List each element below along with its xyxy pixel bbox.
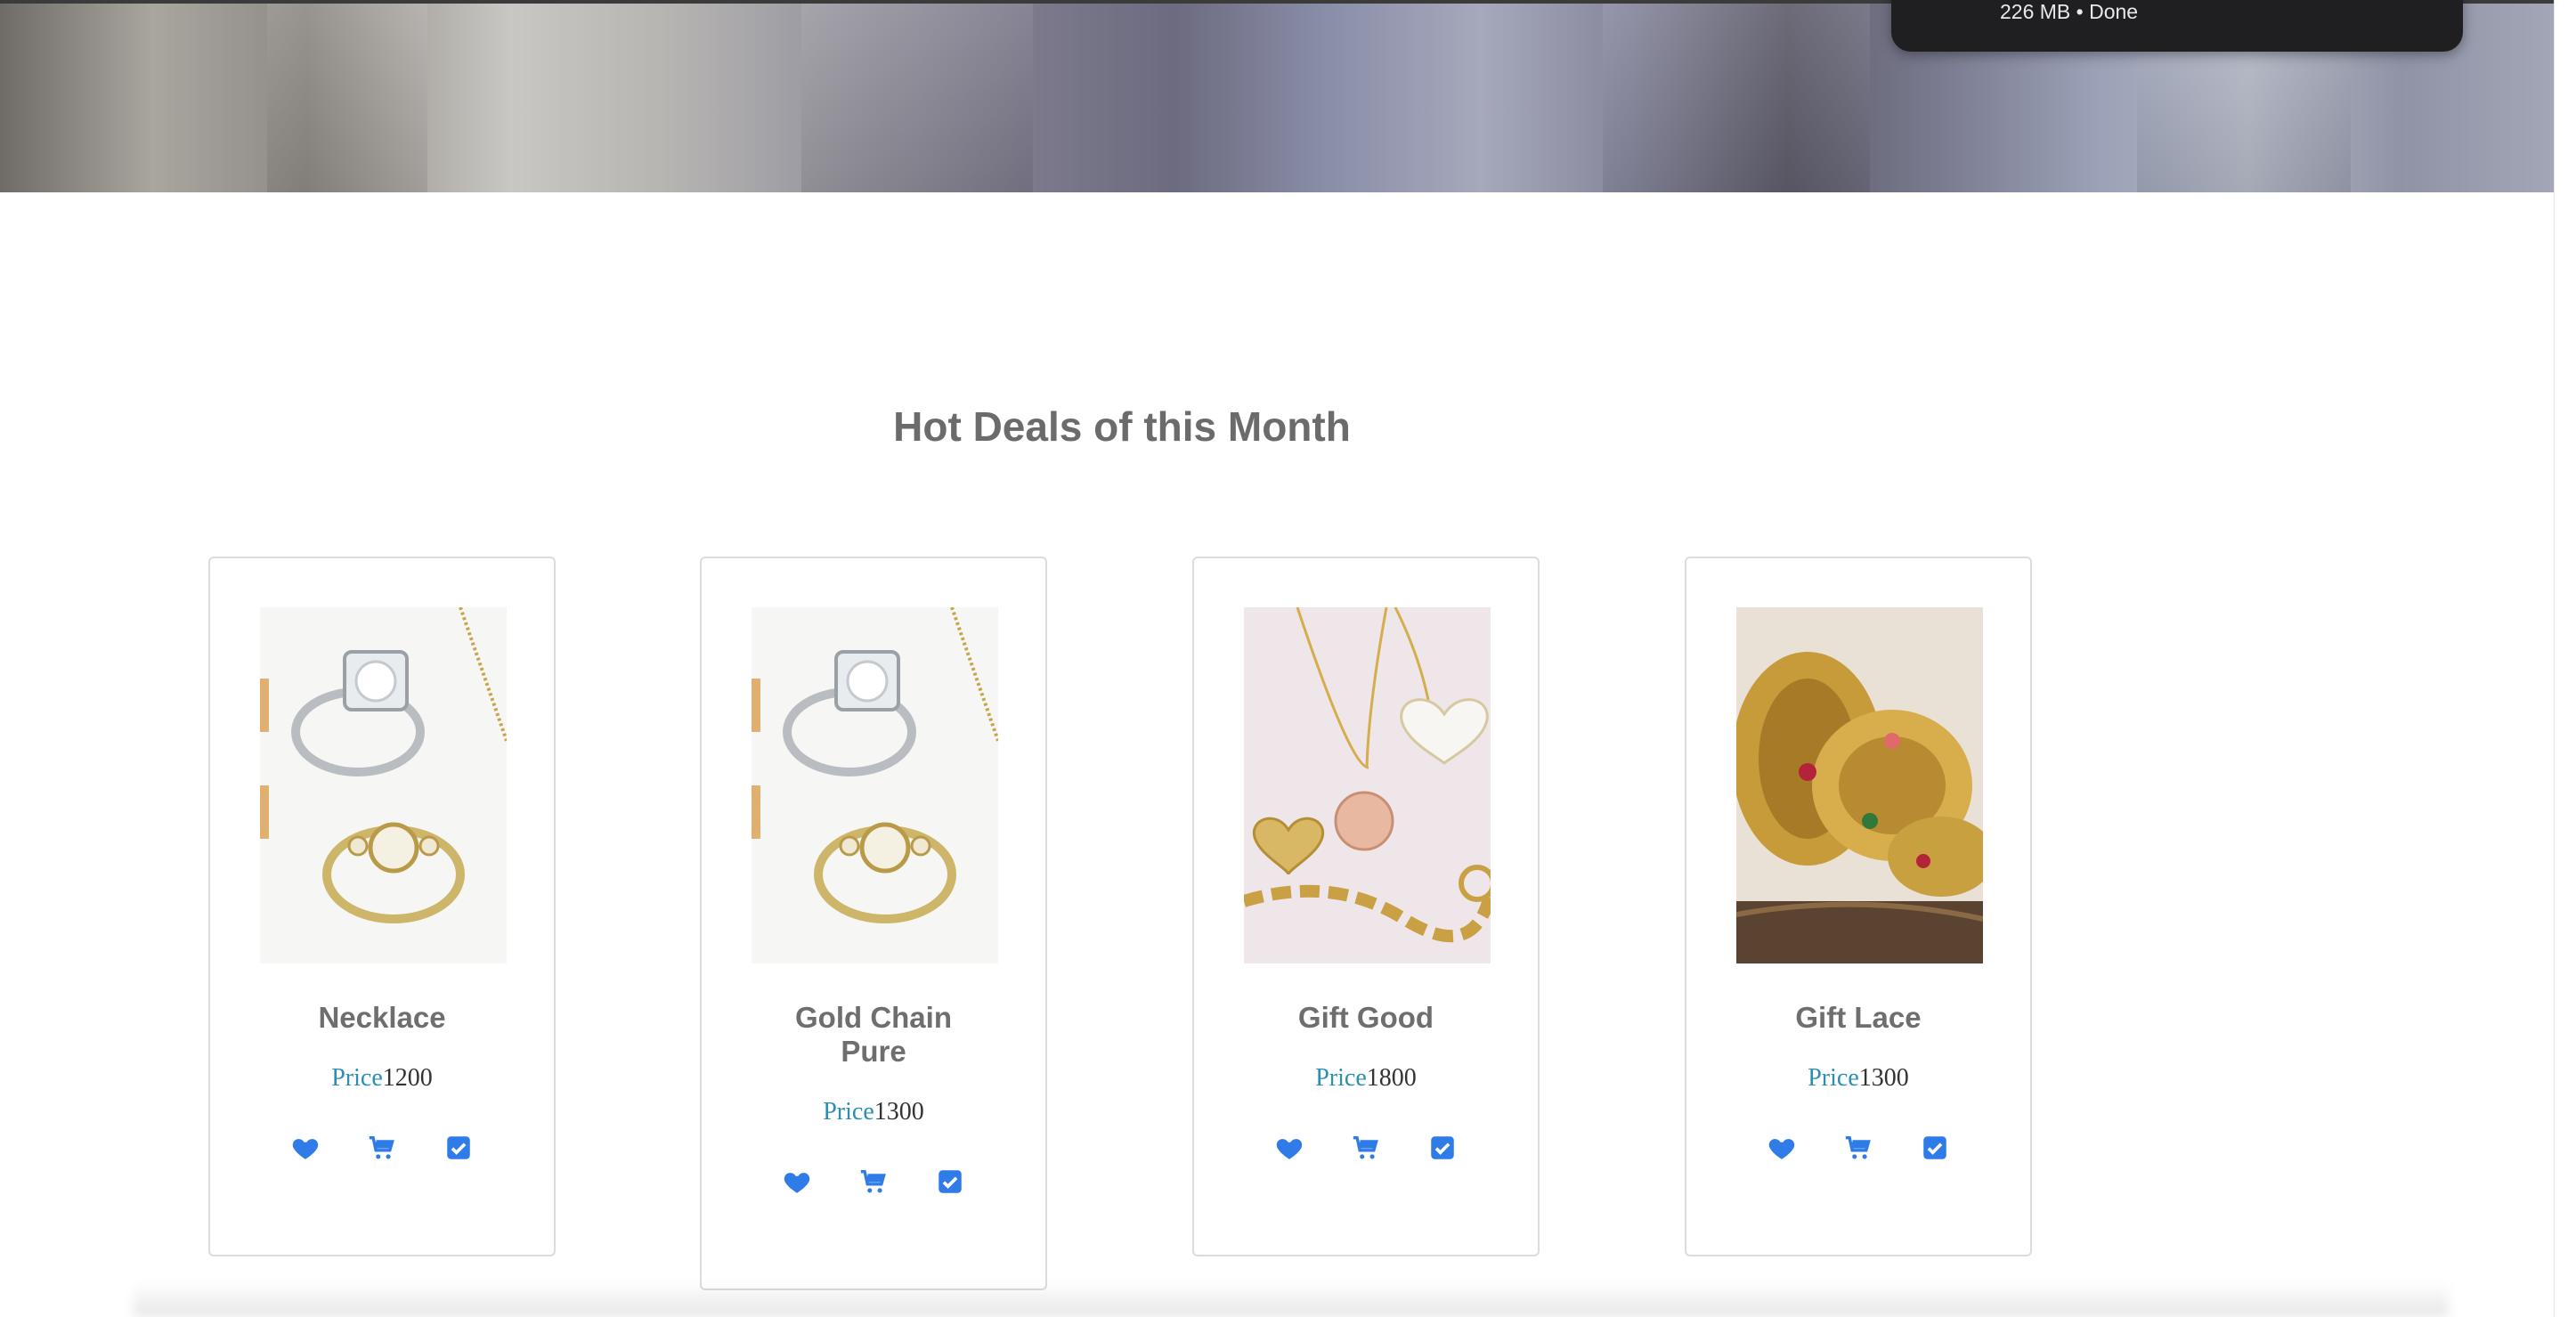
product-card[interactable]: Gift Lace Price1300 [1685,557,2032,1256]
product-actions [1686,1133,2030,1163]
price-value: 1300 [874,1098,924,1126]
section-title: Hot Deals of this Month [893,403,1351,450]
download-status-text: 226 MB • Done [2000,0,2139,23]
scrollbar-gutter[interactable] [2554,0,2576,1317]
product-image[interactable] [752,607,998,963]
heart-icon[interactable] [290,1133,321,1163]
product-name[interactable]: Necklace [210,1001,554,1035]
price-label: Price [823,1098,874,1126]
product-image[interactable] [260,607,507,963]
price-label: Price [1808,1064,1859,1092]
necklace-icon [1244,607,1491,963]
checkbox-icon[interactable] [1920,1133,1950,1163]
price-value: 1300 [1858,1064,1909,1092]
bangles-icon [1736,607,1983,963]
hero-fold-shade [267,0,427,192]
product-card[interactable]: Gift Good Price1800 [1192,557,1540,1256]
download-status-toast[interactable]: 226 MB • Done [1891,0,2463,52]
product-image[interactable] [1244,607,1491,963]
price-label: Price [1315,1064,1367,1092]
cart-icon[interactable] [858,1167,889,1197]
price-label: Price [331,1064,383,1092]
checkbox-icon[interactable] [1427,1133,1458,1163]
product-name[interactable]: Gift Good [1194,1001,1538,1035]
hero-fold-shade [1603,0,1870,192]
heart-icon[interactable] [782,1167,812,1197]
cart-icon[interactable] [1843,1133,1873,1163]
checkbox-icon[interactable] [443,1133,474,1163]
product-actions [210,1133,554,1163]
bottom-edge-shadow [134,1282,2449,1317]
checkbox-icon[interactable] [935,1167,965,1197]
product-price: Price1300 [1686,1064,2030,1093]
cart-icon[interactable] [367,1133,397,1163]
heart-icon[interactable] [1274,1133,1304,1163]
product-actions [702,1167,1045,1197]
rings-icon [260,607,507,963]
product-name[interactable]: Gift Lace [1686,1001,2030,1035]
product-name[interactable]: Gold Chain Pure [784,1001,963,1069]
product-image[interactable] [1736,607,1983,963]
product-price: Price1200 [210,1064,554,1093]
price-value: 1200 [382,1064,433,1092]
product-price: Price1300 [702,1098,1045,1126]
price-value: 1800 [1366,1064,1417,1092]
product-actions [1194,1133,1538,1163]
product-card[interactable]: Necklace Price1200 [208,557,556,1256]
hero-fold-shade [801,0,1033,192]
product-price: Price1800 [1194,1064,1538,1093]
rings-icon [752,607,998,963]
cart-icon[interactable] [1351,1133,1381,1163]
heart-icon[interactable] [1767,1133,1797,1163]
product-card[interactable]: Gold Chain Pure Price1300 [700,557,1047,1290]
